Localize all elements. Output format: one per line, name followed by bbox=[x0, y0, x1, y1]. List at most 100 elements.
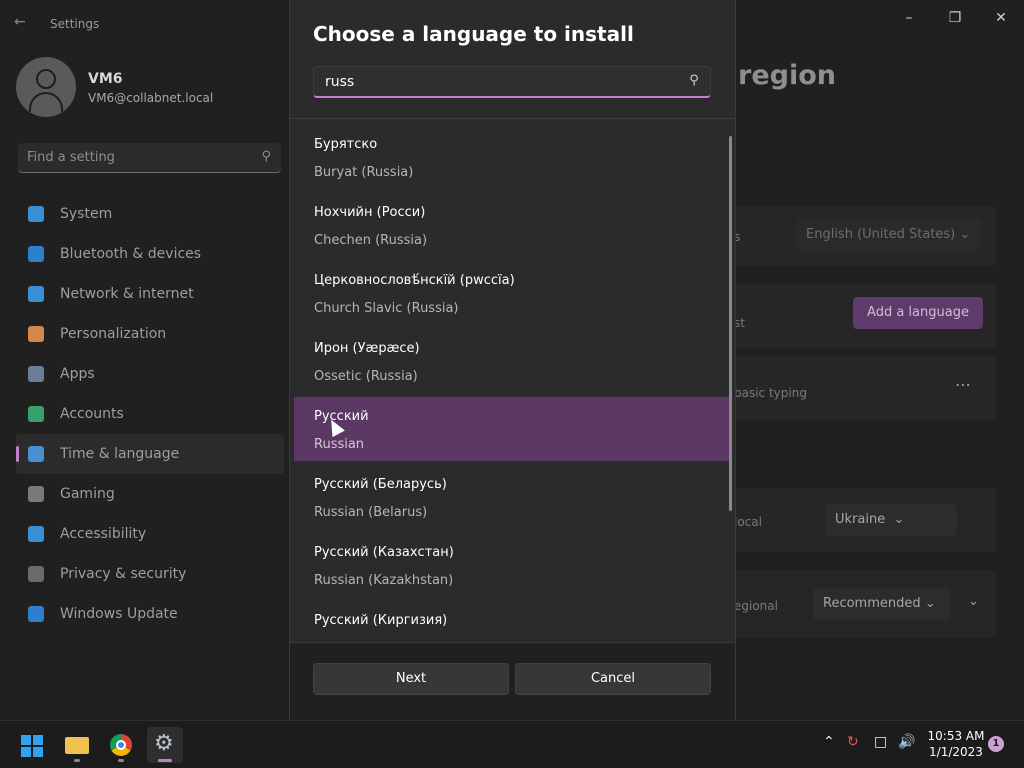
sidebar-item-label: Personalization bbox=[60, 326, 167, 342]
sidebar-item[interactable]: Gaming bbox=[16, 474, 284, 514]
sync-icon[interactable]: ↻ bbox=[847, 734, 859, 750]
find-setting-input[interactable]: Find a setting ⚲ bbox=[18, 143, 281, 173]
file-explorer-button[interactable] bbox=[59, 727, 95, 763]
sidebar-item[interactable]: Personalization bbox=[16, 314, 284, 354]
back-arrow-icon[interactable]: ← bbox=[14, 14, 30, 30]
dialog-footer: Next Cancel bbox=[290, 642, 735, 720]
sidebar-item-label: Time & language bbox=[60, 446, 180, 462]
sidebar-nav: System Bluetooth & devices Network & inter… bbox=[16, 194, 284, 634]
chevron-up-icon[interactable]: ⌃ bbox=[823, 734, 835, 750]
sidebar-item[interactable]: Time & language bbox=[16, 434, 284, 474]
minimize-icon[interactable]: – bbox=[897, 8, 921, 28]
language-native-name: Нохчийн (Росси) bbox=[314, 205, 426, 220]
notification-badge[interactable]: 1 bbox=[988, 736, 1004, 752]
network-icon[interactable]: □ bbox=[874, 734, 887, 750]
regional-format-select[interactable]: Recommended ⌄ bbox=[813, 588, 951, 620]
language-english-name: Russian bbox=[314, 437, 365, 452]
app-title: Settings bbox=[50, 17, 100, 31]
sidebar-item-label: Windows Update bbox=[60, 606, 178, 622]
chevron-down-icon[interactable]: ⌄ bbox=[968, 594, 979, 609]
chrome-button[interactable] bbox=[103, 727, 139, 763]
settings-taskbar-button[interactable]: ⚙ bbox=[147, 727, 183, 763]
sidebar-item[interactable]: Bluetooth & devices bbox=[16, 234, 284, 274]
language-list-item[interactable]: Нохчийн (Росси) Chechen (Russia) bbox=[294, 193, 731, 257]
sidebar-item-label: Accessibility bbox=[60, 526, 147, 542]
language-list-item[interactable]: Бурятско Buryat (Russia) bbox=[294, 125, 731, 189]
sidebar-item-label: Accounts bbox=[60, 406, 124, 422]
gear-icon: ⚙ bbox=[154, 731, 174, 756]
language-english-name: Chechen (Russia) bbox=[314, 233, 428, 248]
volume-icon[interactable]: 🔊 bbox=[898, 734, 915, 750]
language-native-name: Церковнословѣ́нскїй (рwссїа) bbox=[314, 273, 515, 288]
nav-icon bbox=[28, 486, 44, 502]
search-icon[interactable]: ⚲ bbox=[686, 73, 702, 89]
cancel-button[interactable]: Cancel bbox=[515, 663, 711, 695]
sidebar-item[interactable]: System bbox=[16, 194, 284, 234]
language-list[interactable]: Бурятско Buryat (Russia) Нохчийн (Росси) Ch… bbox=[294, 119, 731, 642]
profile-email: VM6@collabnet.local bbox=[88, 91, 214, 105]
nav-icon bbox=[28, 446, 44, 462]
profile-name: VM6 bbox=[88, 71, 123, 87]
nav-icon bbox=[28, 206, 44, 222]
nav-icon bbox=[28, 526, 44, 542]
folder-icon bbox=[65, 737, 89, 754]
sidebar-item[interactable]: Network & internet bbox=[16, 274, 284, 314]
clock-date: 1/1/2023 bbox=[929, 745, 983, 759]
language-list-item[interactable]: Русский Russian bbox=[294, 397, 731, 461]
close-icon[interactable]: ✕ bbox=[989, 8, 1013, 28]
maximize-icon[interactable]: ❐ bbox=[943, 8, 967, 28]
sidebar-item-label: Bluetooth & devices bbox=[60, 246, 202, 262]
sidebar-item[interactable]: Accessibility bbox=[16, 514, 284, 554]
more-options-icon[interactable]: ⋯ bbox=[955, 375, 971, 394]
installed-language-card: basic typing bbox=[716, 356, 996, 420]
nav-icon bbox=[28, 606, 44, 622]
country-select[interactable]: Ukraine ⌄ bbox=[825, 504, 957, 536]
language-search-input[interactable]: russ ⚲ bbox=[313, 66, 711, 98]
sidebar-item-label: Apps bbox=[60, 366, 95, 382]
clock-time: 10:53 AM bbox=[927, 729, 985, 743]
display-language-select[interactable]: English (United States) ⌄ bbox=[796, 219, 981, 251]
nav-icon bbox=[28, 406, 44, 422]
sidebar-item-label: Network & internet bbox=[60, 286, 194, 302]
find-setting-placeholder: Find a setting bbox=[27, 150, 115, 165]
sidebar-item[interactable]: Apps bbox=[16, 354, 284, 394]
language-list-item[interactable]: Русский (Беларусь) Russian (Belarus) bbox=[294, 465, 731, 529]
language-native-name: Русский (Беларусь) bbox=[314, 477, 447, 492]
page-title: region bbox=[738, 60, 836, 91]
next-button[interactable]: Next bbox=[313, 663, 509, 695]
sidebar-item-label: Gaming bbox=[60, 486, 115, 502]
language-native-name: Русский (Казахстан) bbox=[314, 545, 454, 560]
language-list-item[interactable]: Русский (Киргизия)Russian (Kyrgyzstan) bbox=[294, 601, 731, 642]
language-english-name: Russian (Kazakhstan) bbox=[314, 573, 454, 588]
language-native-name: Бурятско bbox=[314, 137, 378, 152]
nav-icon bbox=[28, 286, 44, 302]
avatar bbox=[16, 57, 76, 117]
dialog-title: Choose a language to install bbox=[313, 22, 634, 46]
nav-icon bbox=[28, 566, 44, 582]
list-scrollbar[interactable] bbox=[729, 136, 732, 511]
language-list-item[interactable]: Церковнословѣ́нскїй (рwссїа) Church Slavi… bbox=[294, 261, 731, 325]
sidebar-item[interactable]: Windows Update bbox=[16, 594, 284, 634]
sidebar-item[interactable]: Accounts bbox=[16, 394, 284, 434]
language-english-name: Ossetic (Russia) bbox=[314, 369, 418, 384]
language-english-name: Church Slavic (Russia) bbox=[314, 301, 459, 316]
language-list-item[interactable]: Русский (Казахстан) Russian (Kazakhstan) bbox=[294, 533, 731, 597]
search-value: russ bbox=[325, 74, 355, 90]
language-english-name: Russian (Belarus) bbox=[314, 505, 428, 520]
choose-language-dialog: Choose a language to install russ ⚲ Буря… bbox=[289, 0, 736, 720]
nav-icon bbox=[28, 246, 44, 262]
sidebar-item[interactable]: Privacy & security bbox=[16, 554, 284, 594]
clock[interactable]: 10:53 AM 1/1/2023 bbox=[924, 728, 988, 760]
nav-icon bbox=[28, 326, 44, 342]
sidebar-item-label: System bbox=[60, 206, 113, 222]
language-english-name: Buryat (Russia) bbox=[314, 165, 414, 180]
windows-logo-icon bbox=[21, 735, 43, 757]
start-button[interactable] bbox=[14, 727, 50, 763]
search-icon: ⚲ bbox=[261, 149, 271, 164]
sidebar-item-label: Privacy & security bbox=[60, 566, 187, 582]
language-list-item[interactable]: Ирон (Уæрæсе) Ossetic (Russia) bbox=[294, 329, 731, 393]
language-native-name: Русский bbox=[314, 409, 369, 424]
user-profile[interactable]: VM6 VM6@collabnet.local bbox=[16, 57, 213, 117]
add-language-button[interactable]: Add a language bbox=[853, 297, 983, 329]
language-native-name: Русский (Киргизия) bbox=[314, 613, 448, 628]
